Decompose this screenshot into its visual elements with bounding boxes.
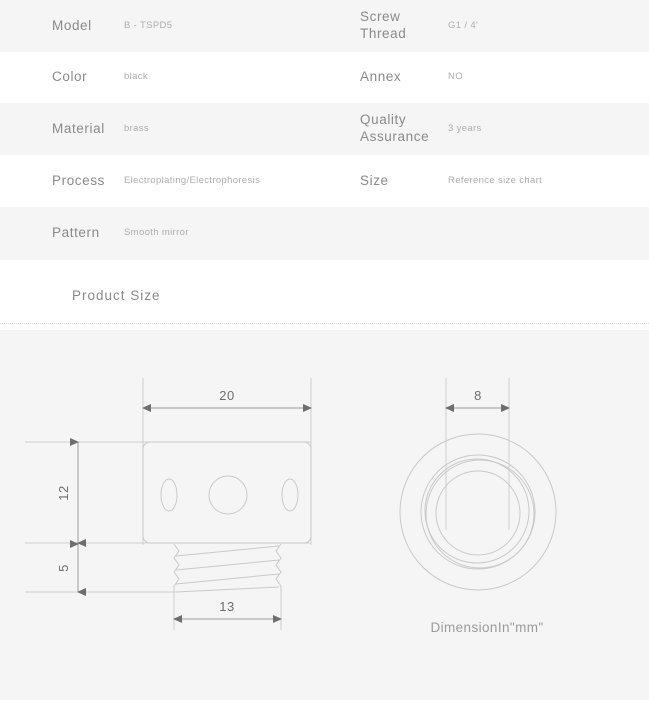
spec-label: Material bbox=[52, 120, 105, 136]
hole-left bbox=[160, 478, 178, 512]
dimension-label-width-top: 20 bbox=[219, 388, 234, 403]
dimension-label-thread-height: 5 bbox=[56, 564, 71, 572]
spec-label: Annex bbox=[360, 69, 402, 85]
product-size-section-header: Product Size bbox=[0, 282, 649, 324]
spec-value: Smooth mirror bbox=[124, 227, 189, 239]
spec-value: G1 / 4' bbox=[448, 19, 479, 31]
hole-center bbox=[208, 475, 248, 515]
spec-cell-left: Process Electroplating/Electrophoresis bbox=[0, 155, 352, 207]
table-row: Process Electroplating/Electrophoresis S… bbox=[0, 155, 649, 207]
dimension-label-bore: 8 bbox=[474, 388, 482, 403]
spec-cell-right: Screw Thread G1 / 4' bbox=[352, 0, 649, 52]
spec-cell-right: Annex NO bbox=[352, 52, 649, 103]
side-view-drawing: 20 12 5 13 bbox=[25, 378, 312, 630]
spec-cell-left: Pattern Smooth mirror bbox=[0, 207, 352, 260]
body-outline bbox=[142, 441, 312, 544]
spec-value: black bbox=[124, 71, 148, 83]
dimension-label-body-height: 12 bbox=[56, 485, 71, 500]
spec-value: Reference size chart bbox=[448, 174, 543, 186]
thread-helix bbox=[175, 586, 280, 593]
table-row: Pattern Smooth mirror bbox=[0, 207, 649, 260]
outer-circle bbox=[399, 433, 557, 591]
divider bbox=[0, 322, 649, 324]
spec-cell-left: Color black bbox=[0, 52, 352, 103]
spec-value: brass bbox=[124, 122, 149, 134]
technical-drawing-svg: 20 12 5 13 8 DimensionIn"mm" bbox=[25, 378, 557, 635]
spec-cell-right: Size Reference size chart bbox=[352, 155, 649, 207]
table-row: Material brass Quality Assurance 3 years bbox=[0, 103, 649, 155]
thread-helix bbox=[175, 559, 280, 571]
spec-label: Pattern bbox=[52, 225, 100, 241]
top-view-drawing: 8 DimensionIn"mm" bbox=[399, 378, 557, 635]
hole-right bbox=[281, 478, 299, 512]
spec-label: Process bbox=[52, 172, 105, 188]
thread-circle-mid bbox=[425, 459, 535, 569]
spec-label: Model bbox=[52, 17, 92, 33]
spec-value: 3 years bbox=[448, 122, 482, 134]
dimension-label-thread-width: 13 bbox=[219, 599, 234, 614]
drawing-caption: DimensionIn"mm" bbox=[430, 620, 543, 635]
spec-label: Quality Assurance bbox=[360, 112, 430, 144]
page-title: Product Size bbox=[72, 288, 161, 303]
specification-table: Model B - TSPD5 Screw Thread G1 / 4' Col… bbox=[0, 0, 649, 260]
spec-value: Electroplating/Electrophoresis bbox=[124, 174, 261, 186]
thread-helix bbox=[175, 545, 280, 557]
bore-circle bbox=[435, 470, 521, 556]
spec-label: Color bbox=[52, 69, 88, 85]
thread-crest-right bbox=[275, 543, 282, 592]
thread-helix bbox=[175, 573, 280, 585]
spec-value: NO bbox=[448, 71, 463, 83]
product-size-drawing-panel: 20 12 5 13 8 DimensionIn"mm" bbox=[0, 330, 649, 700]
spec-label: Screw Thread bbox=[360, 9, 407, 41]
spec-label: Size bbox=[360, 172, 389, 188]
table-row: Model B - TSPD5 Screw Thread G1 / 4' bbox=[0, 0, 649, 52]
spec-cell-right: Quality Assurance 3 years bbox=[352, 103, 649, 155]
spec-cell-left: Model B - TSPD5 bbox=[0, 0, 352, 52]
spec-value: B - TSPD5 bbox=[124, 19, 173, 31]
thread-crest-left bbox=[173, 543, 180, 592]
spec-cell-right bbox=[352, 207, 649, 260]
spec-cell-left: Material brass bbox=[0, 103, 352, 155]
table-row: Color black Annex NO bbox=[0, 52, 649, 103]
thread-circle-inner bbox=[424, 458, 530, 564]
